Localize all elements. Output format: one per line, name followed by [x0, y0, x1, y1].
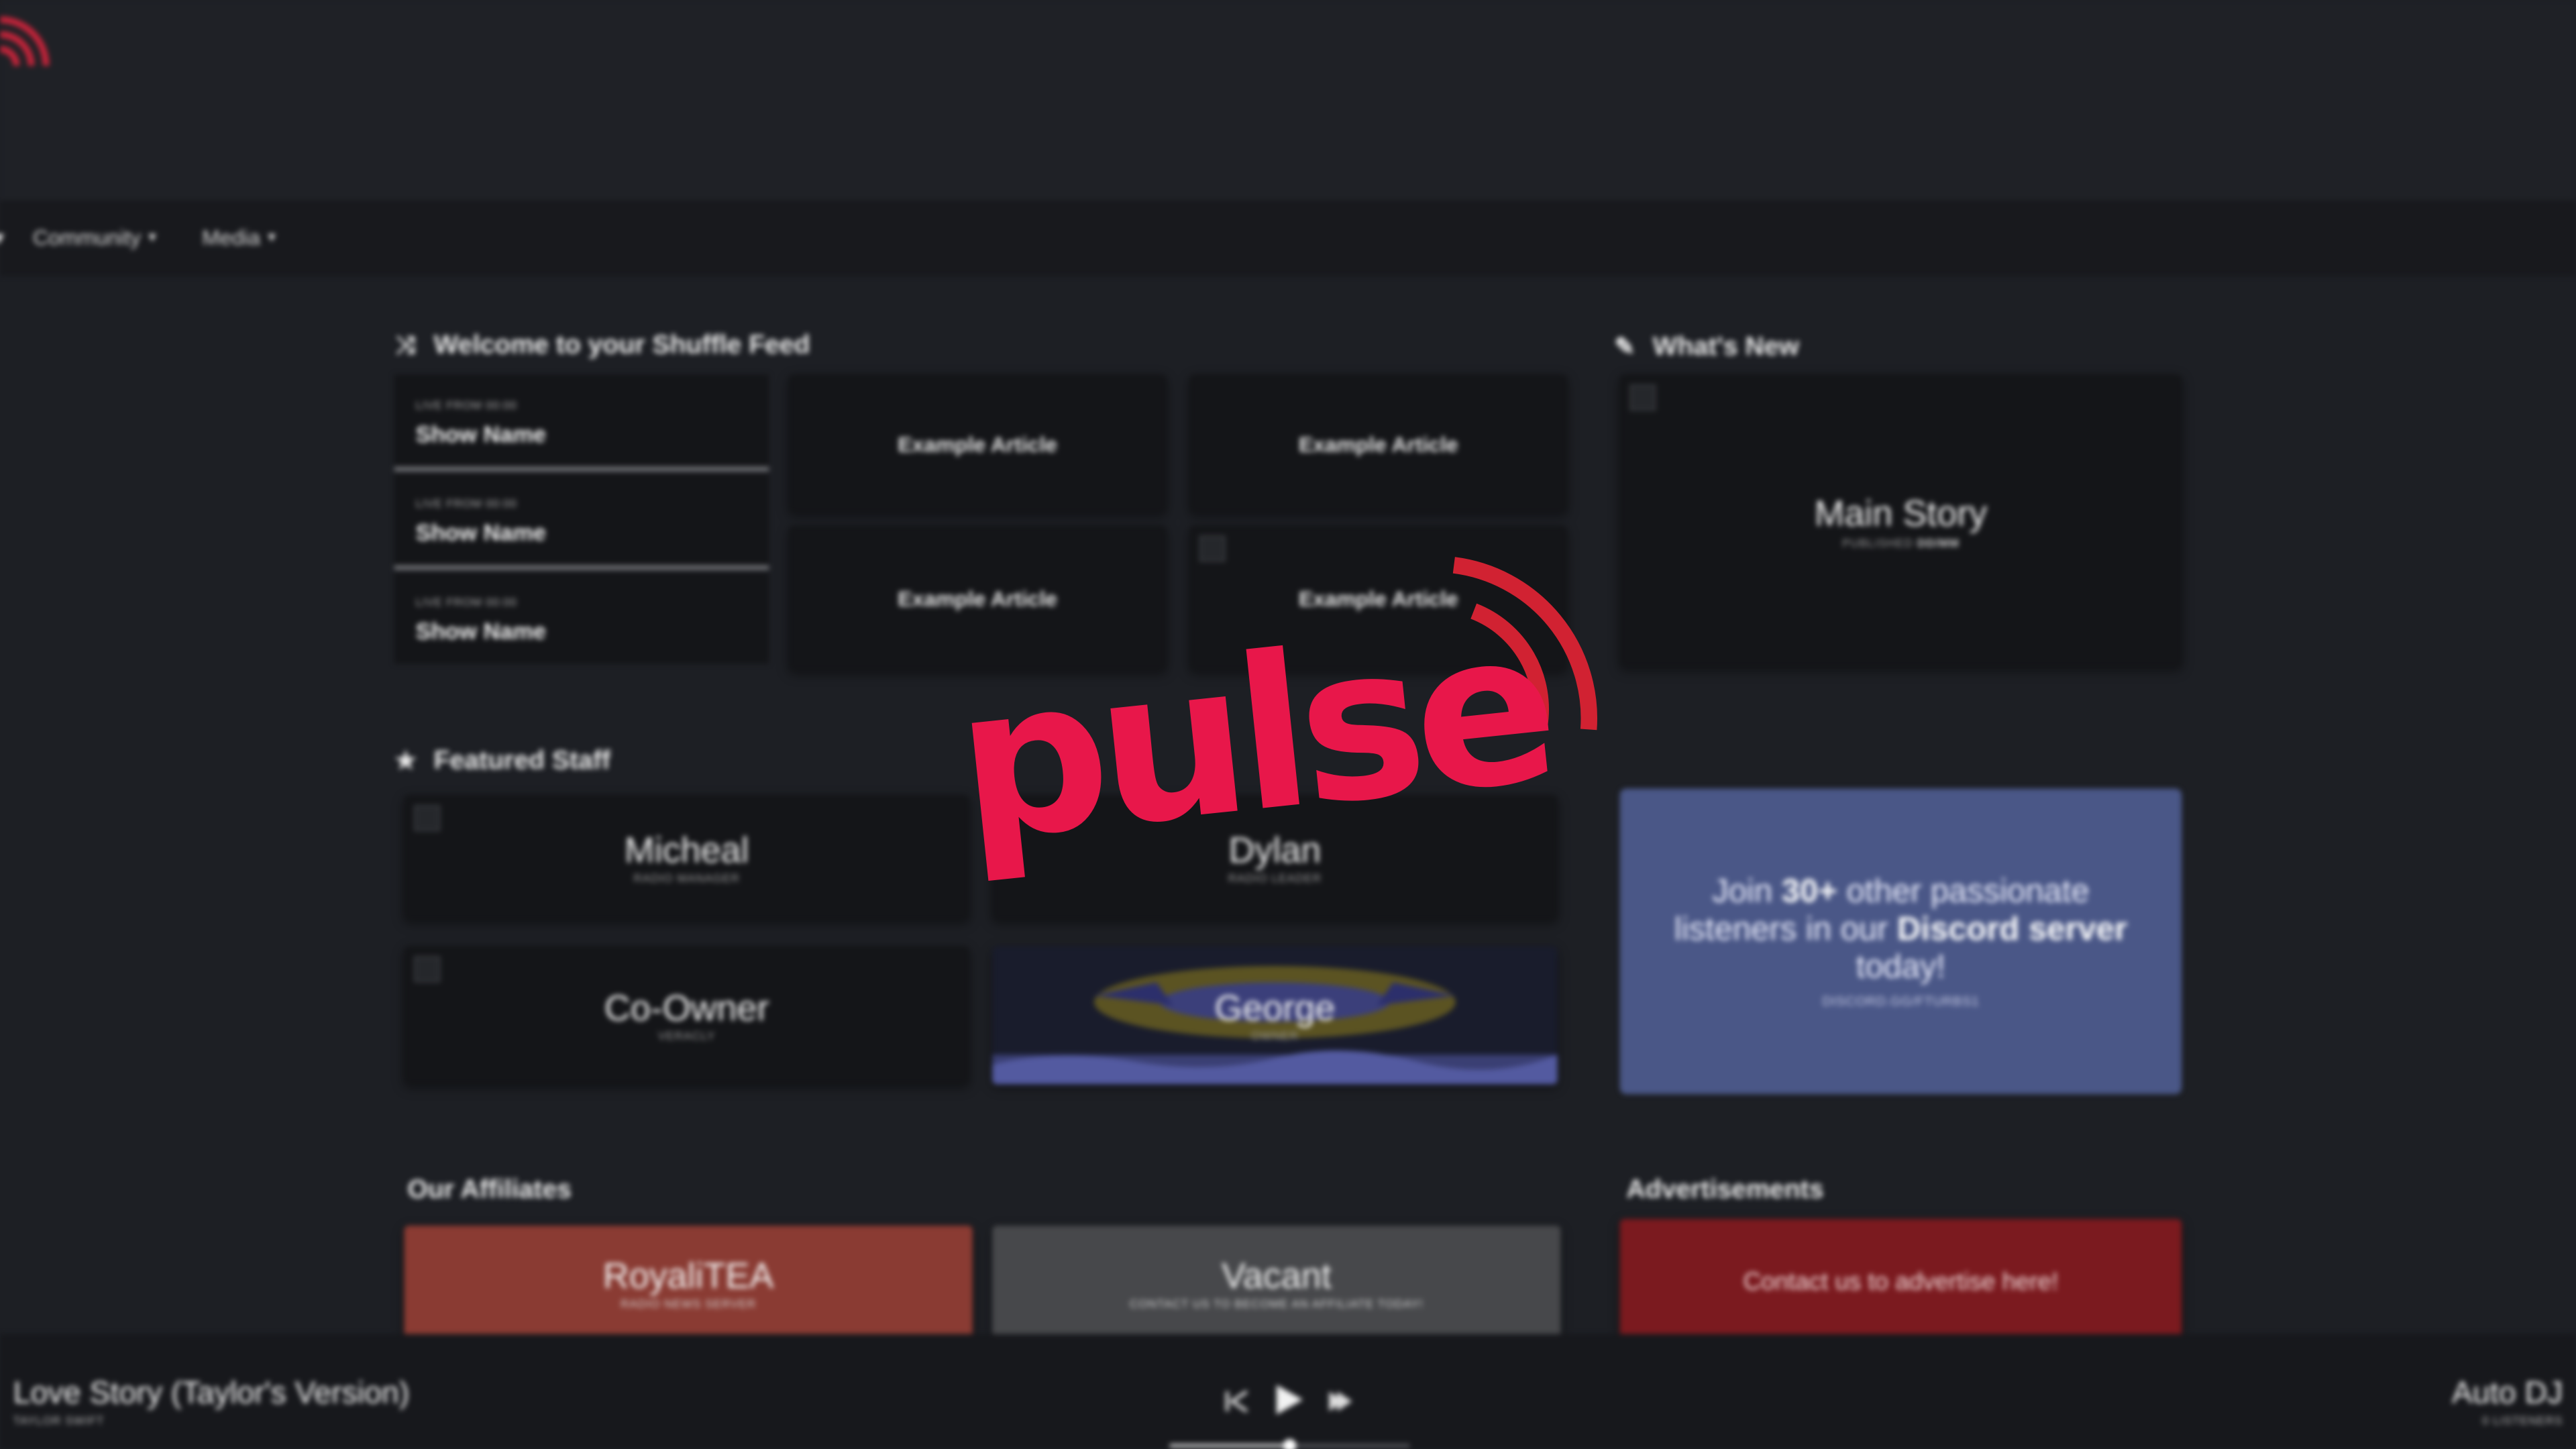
affiliate-name: Vacant	[1221, 1255, 1332, 1297]
whats-new-title: What's New	[1652, 333, 1800, 362]
nav-item-label: Media	[202, 225, 260, 250]
discord-invite-text: Join 30+ other passionate listeners in o…	[1654, 874, 2147, 987]
advertisements-title: Advertisements	[1626, 1176, 1824, 1205]
advertise-card[interactable]: Contact us to advertise here!	[1619, 1219, 2182, 1344]
staff-card[interactable]: Co-Owner VERACLY	[404, 946, 969, 1085]
article-title: Example Article	[898, 431, 1057, 456]
affiliate-name: RoyaliTEA	[602, 1255, 774, 1297]
shuffle-icon: ⤨	[396, 331, 416, 360]
discord-text-part: today!	[1856, 949, 1946, 986]
staff-name: Micheal	[624, 829, 749, 871]
broken-image-icon	[1629, 384, 1656, 411]
chevron-down-icon: ▼	[265, 229, 278, 245]
nav-caret-icon[interactable]: ▾	[0, 225, 4, 252]
article-title: Example Article	[1298, 431, 1458, 456]
show-time: LIVE FROM 00:00	[415, 499, 517, 511]
affiliates-title: Our Affiliates	[407, 1176, 572, 1205]
broken-image-icon	[414, 805, 441, 832]
pulse-logo: pulse	[946, 557, 1597, 889]
page: ▾ Community▼ Media▼ ⤨Welcome to your Shu…	[0, 0, 2576, 1449]
article-card[interactable]: Example Article	[788, 374, 1167, 513]
listener-count: 0 LISTENERS	[2482, 1416, 2563, 1428]
published-label: PUBLISHED	[1842, 538, 1914, 550]
show-time: LIVE FROM 00:00	[415, 598, 517, 610]
staff-name: Co-Owner	[604, 987, 769, 1029]
discord-invite-url[interactable]: DISCORD.GG/FTURBS1	[1822, 994, 1979, 1009]
affiliates-heading: Our Affiliates	[407, 1176, 572, 1205]
staff-role: OWNER	[1251, 1031, 1299, 1044]
pulse-logo-text: pulse	[946, 583, 1561, 888]
show-card[interactable]: LIVE FROM 00:00 Show Name	[394, 572, 769, 664]
track-artist: TAYLOR SWIFT	[13, 1416, 105, 1428]
broken-image-icon	[414, 956, 441, 983]
staff-card[interactable]: George OWNER	[992, 946, 1558, 1085]
discord-server-link[interactable]: Discord server	[1897, 912, 2127, 948]
advertisements-heading: Advertisements	[1626, 1176, 1823, 1205]
play-icon[interactable]	[1270, 1380, 1306, 1419]
next-icon[interactable]	[1324, 1387, 1354, 1416]
track-title: Love Story (Taylor's Version)	[13, 1377, 410, 1411]
show-name: Show Name	[415, 420, 546, 447]
shuffle-feed-heading: ⤨ Welcome to your Shuffle Feed	[391, 332, 810, 362]
whats-new-heading: ✎ What's New	[1610, 332, 1799, 364]
affiliate-subtitle: RADIO NEWS SERVER	[621, 1299, 757, 1311]
discord-invite-card[interactable]: Join 30+ other passionate listeners in o…	[1619, 788, 2182, 1095]
show-name: Show Name	[415, 617, 546, 645]
star-icon: ★	[394, 747, 417, 775]
discord-text-part: Join	[1712, 873, 1782, 910]
show-card[interactable]: LIVE FROM 00:00 Show Name	[394, 473, 769, 570]
affiliate-subtitle: CONTACT US TO BECOME AN AFFILIATE TODAY!	[1129, 1299, 1424, 1311]
progress-fill	[1169, 1444, 1290, 1448]
nav-bar	[0, 200, 2576, 276]
nav-item-label: Community	[32, 225, 142, 250]
affiliate-card-vacant[interactable]: Vacant CONTACT US TO BECOME AN AFFILIATE…	[992, 1225, 1561, 1341]
show-card[interactable]: LIVE FROM 00:00 Show Name	[394, 374, 769, 472]
previous-icon[interactable]	[1222, 1387, 1252, 1416]
chevron-down-icon: ▼	[146, 229, 159, 245]
affiliate-card-royalitea[interactable]: RoyaliTEA RADIO NEWS SERVER	[404, 1225, 973, 1341]
shuffle-feed-title: Welcome to your Shuffle Feed	[433, 331, 810, 360]
main-story-card[interactable]: Main Story PUBLISHED DD/MM	[1619, 374, 2182, 667]
top-header	[0, 0, 2576, 201]
show-time: LIVE FROM 00:00	[415, 400, 517, 413]
published-value: DD/MM	[1917, 538, 1960, 550]
staff-role: RADIO MANAGER	[633, 873, 740, 886]
staff-card[interactable]: Micheal RADIO MANAGER	[404, 795, 969, 920]
main-story-title: Main Story	[1814, 492, 1988, 533]
progress-handle[interactable]	[1283, 1439, 1297, 1449]
article-card[interactable]: Example Article	[1189, 374, 1568, 513]
advertise-cta: Contact us to advertise here!	[1743, 1267, 2059, 1296]
site-logo-icon[interactable]	[0, 7, 52, 83]
staff-role: VERACLY	[657, 1031, 716, 1044]
dj-name: Auto DJ	[2451, 1377, 2563, 1411]
nav-item-community[interactable]: Community ▼	[33, 225, 159, 250]
progress-track[interactable]	[1169, 1439, 1410, 1449]
megaphone-icon: ✎	[1614, 333, 1635, 362]
nav-item-media[interactable]: Media ▼	[202, 225, 278, 250]
featured-staff-heading: ★ Featured Staff	[391, 746, 610, 777]
discord-member-count: 30+	[1781, 873, 1837, 910]
staff-name: George	[1214, 987, 1336, 1029]
main-story-date: PUBLISHED DD/MM	[1842, 538, 1960, 549]
show-name: Show Name	[415, 519, 546, 546]
featured-staff-title: Featured Staff	[433, 747, 610, 775]
